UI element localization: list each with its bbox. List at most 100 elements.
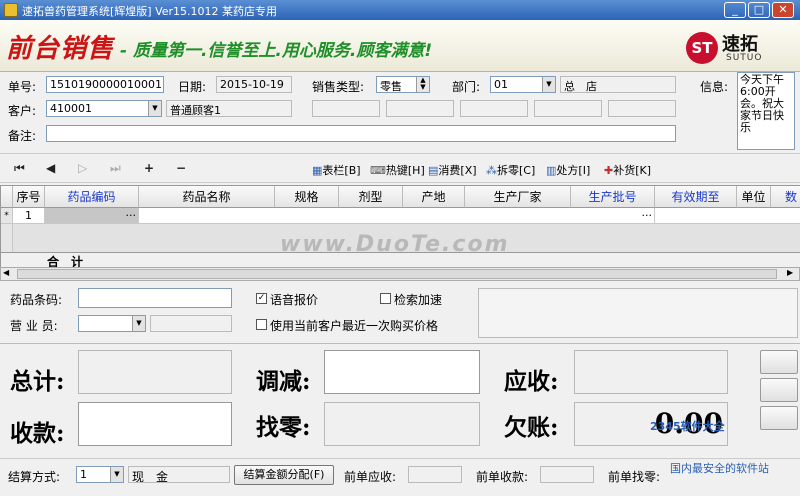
- sale-type-value: 零售: [380, 80, 402, 93]
- next-record-icon[interactable]: ▷: [78, 161, 87, 175]
- scroll-left-icon[interactable]: ◀: [3, 268, 9, 277]
- item-info-panel: [478, 288, 798, 338]
- app-icon: [4, 3, 18, 17]
- prev-received-label: 前单收款:: [476, 470, 529, 484]
- extra-field-5: [608, 100, 676, 117]
- row-tail-cells[interactable]: [655, 208, 800, 224]
- chevron-down-icon[interactable]: ▼: [542, 77, 555, 92]
- prescription-button[interactable]: ▥处方[I]: [546, 162, 590, 178]
- banner-slogan: - 质量第一.信誉至上.用心服务.顾客满意!: [120, 41, 433, 61]
- split-button[interactable]: ⁂拆零[C]: [486, 162, 535, 178]
- watermark-slogan: 国内最安全的软件站: [670, 462, 769, 475]
- salesperson-select[interactable]: ▼: [78, 315, 146, 332]
- first-record-icon[interactable]: ⏮: [14, 161, 25, 176]
- col-header-code[interactable]: 药品编码: [45, 186, 139, 208]
- toolbar: ⏮ ◀ ▷ ⏭ + − ▦表栏[B] ⌨热键[H] ▤消费[X] ⁂拆零[C] …: [0, 153, 800, 183]
- horizontal-scrollbar[interactable]: ◀ ▶: [0, 267, 800, 281]
- prev-receivable-field: [408, 466, 462, 483]
- prev-record-icon[interactable]: ◀: [46, 161, 55, 175]
- side-button-3[interactable]: [760, 406, 798, 430]
- receivable-label: 应收:: [504, 368, 559, 395]
- barcode-label: 药品条码:: [10, 293, 63, 307]
- order-no-field[interactable]: 1510190000010001: [46, 76, 164, 93]
- col-header-form[interactable]: 剂型: [339, 186, 403, 208]
- split-icon: ⁂: [486, 164, 497, 177]
- logo-english: SUTUO: [726, 53, 763, 63]
- add-row-icon[interactable]: +: [144, 161, 154, 175]
- cart-icon: ▤: [428, 164, 439, 177]
- receivable-field: [574, 350, 728, 394]
- watermark-site: 2345软件大全: [650, 420, 725, 433]
- maximize-button[interactable]: □: [748, 2, 770, 18]
- col-header-no[interactable]: 序号: [13, 186, 45, 208]
- dept-code: 01: [494, 78, 508, 91]
- consume-button[interactable]: ▤消费[X]: [428, 162, 477, 178]
- extra-field-2: [386, 100, 454, 117]
- spin-arrows-icon[interactable]: ▲ ▼: [416, 77, 429, 92]
- dept-select[interactable]: 01 ▼: [490, 76, 556, 93]
- extra-field-4: [534, 100, 602, 117]
- total-label: 总计:: [10, 368, 65, 395]
- col-header-maker[interactable]: 生产厂家: [465, 186, 571, 208]
- table-bar-button[interactable]: ▦表栏[B]: [312, 162, 361, 178]
- side-button-1[interactable]: [760, 350, 798, 374]
- voice-quote-checkbox[interactable]: ✓: [256, 293, 267, 304]
- customer-select[interactable]: 410001 ▼: [46, 100, 162, 117]
- extra-field-3: [460, 100, 528, 117]
- salesperson-label: 营 业 员:: [10, 319, 58, 333]
- scroll-right-icon[interactable]: ▶: [787, 268, 793, 277]
- company-logo: ST 速拓 SUTUO: [686, 28, 790, 66]
- remark-label: 备注:: [8, 129, 37, 143]
- col-header-expiry[interactable]: 有效期至: [655, 186, 737, 208]
- prev-received-field: [540, 466, 594, 483]
- scroll-thumb[interactable]: [17, 269, 777, 279]
- table-icon: ▦: [312, 164, 323, 177]
- date-field[interactable]: 2015-10-19: [216, 76, 292, 93]
- row-indicator: *: [1, 208, 13, 224]
- col-header-unit[interactable]: 单位: [737, 186, 771, 208]
- voice-quote-label: 语音报价: [270, 293, 319, 307]
- remark-input[interactable]: [46, 125, 676, 142]
- last-price-checkbox[interactable]: [256, 319, 267, 330]
- row-data-cells[interactable]: ···: [139, 208, 655, 224]
- side-button-2[interactable]: [760, 378, 798, 402]
- settle-method-code: 1: [80, 468, 87, 481]
- col-header-origin[interactable]: 产地: [403, 186, 465, 208]
- date-label: 日期:: [178, 80, 207, 94]
- col-header-name[interactable]: 药品名称: [139, 186, 275, 208]
- customer-label: 客户:: [8, 104, 37, 118]
- row-code-cell[interactable]: ···: [45, 208, 139, 224]
- hotkey-button[interactable]: ⌨热键[H]: [370, 162, 425, 178]
- restock-icon: ✚: [604, 164, 614, 177]
- logo-mark: ST: [686, 32, 718, 64]
- customer-code: 410001: [50, 102, 92, 115]
- minimize-button[interactable]: _: [724, 2, 746, 18]
- restock-button[interactable]: ✚补货[K]: [604, 162, 651, 178]
- row-no-cell[interactable]: 1: [13, 208, 45, 224]
- window-title: 速拓兽药管理系统[辉煌版] Ver15.1012 某药店专用: [22, 5, 278, 18]
- search-speedup-checkbox[interactable]: [380, 293, 391, 304]
- sale-type-select[interactable]: 零售 ▲ ▼: [376, 76, 430, 93]
- info-message-box: 今天下午6:00开会。祝大家节日快乐: [737, 72, 795, 150]
- distribute-amount-button[interactable]: 结算金额分配(F): [234, 465, 334, 485]
- adjust-input[interactable]: [324, 350, 480, 394]
- chevron-down-icon[interactable]: ▼: [110, 467, 123, 482]
- chevron-down-icon[interactable]: ▼: [148, 101, 161, 116]
- col-header-qty[interactable]: 数: [771, 186, 800, 208]
- barcode-input[interactable]: [78, 288, 232, 308]
- prev-change-label: 前单找零:: [608, 470, 661, 484]
- banner-title: 前台销售: [6, 34, 115, 64]
- settle-method-name: 现 金: [128, 466, 230, 483]
- change-label: 找零:: [256, 414, 311, 441]
- received-input[interactable]: [78, 402, 232, 446]
- delete-row-icon[interactable]: −: [176, 161, 186, 175]
- close-button[interactable]: ✕: [772, 2, 794, 18]
- chevron-down-icon[interactable]: ▼: [132, 316, 145, 331]
- dept-name-field: 总 店: [560, 76, 676, 93]
- settle-method-select[interactable]: 1 ▼: [76, 466, 124, 483]
- search-speedup-label: 检索加速: [394, 293, 443, 307]
- col-header-spec[interactable]: 规格: [275, 186, 339, 208]
- col-header-batch[interactable]: 生产批号: [571, 186, 655, 208]
- order-no-label: 单号:: [8, 80, 37, 94]
- last-record-icon[interactable]: ⏭: [110, 161, 121, 176]
